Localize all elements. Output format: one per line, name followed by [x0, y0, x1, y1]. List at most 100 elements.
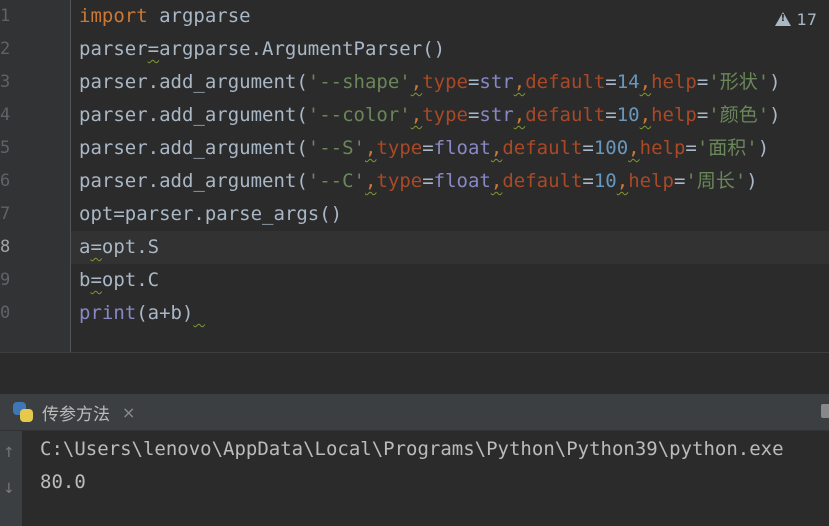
code-token: =: [422, 137, 434, 159]
code-token: '周长': [685, 170, 747, 192]
warning-icon: [774, 12, 791, 26]
code-token: parser.add_argument(: [79, 137, 308, 159]
code-token: a: [79, 236, 91, 258]
code-token: import: [79, 5, 148, 27]
code-token: opt.S: [101, 236, 160, 258]
code-token: '面积': [696, 137, 758, 159]
arrow-up-icon[interactable]: ↑: [3, 445, 15, 461]
code-token: ,: [616, 170, 629, 192]
code-token: help: [639, 137, 686, 159]
code-line[interactable]: b=opt.C: [79, 264, 159, 297]
code-token: ,: [513, 104, 526, 126]
code-token: =: [605, 104, 617, 126]
line-number: 4: [0, 105, 11, 125]
code-token: 10: [616, 104, 640, 126]
code-token: =: [582, 137, 594, 159]
editor-bottom-gap: [0, 352, 829, 395]
code-token: =: [582, 170, 594, 192]
code-token: default: [502, 137, 583, 159]
code-token: '颜色': [708, 104, 770, 126]
code-token: type: [376, 170, 423, 192]
code-editor[interactable]: 1234567890 import argparse parser=argpars…: [0, 0, 829, 352]
code-token: help: [651, 71, 697, 93]
code-token: =: [696, 104, 709, 126]
line-number: 1: [0, 6, 11, 26]
code-token: ,: [364, 137, 377, 159]
inspection-count: 17: [796, 9, 817, 29]
code-line[interactable]: opt=parser.parse_args(): [79, 198, 342, 231]
code-token: str: [479, 71, 514, 93]
code-token: str: [479, 104, 514, 126]
code-token: default: [502, 170, 583, 192]
code-token: b: [79, 269, 91, 291]
code-token: =: [147, 38, 160, 60]
code-token: type: [422, 104, 468, 126]
code-line[interactable]: print(a+b): [79, 297, 205, 330]
code-token: float: [433, 137, 491, 159]
code-token: '--S': [307, 137, 365, 159]
line-number: 0: [0, 303, 11, 323]
run-tab[interactable]: 传参方法 ×: [12, 394, 135, 430]
settings-icon[interactable]: [821, 404, 829, 418]
close-icon[interactable]: ×: [122, 403, 135, 422]
code-token: ,: [364, 170, 377, 192]
code-token: ): [769, 71, 781, 93]
code-token: help: [628, 170, 674, 192]
run-tab-label: 传参方法: [42, 404, 110, 425]
code-token: ,: [410, 71, 423, 93]
line-number: 7: [0, 204, 11, 224]
code-token: =: [90, 236, 102, 258]
code-token: ,: [639, 71, 652, 93]
code-token: ,: [639, 104, 652, 126]
code-line[interactable]: parser.add_argument('--shape',type=str,d…: [79, 66, 781, 99]
code-token: =: [422, 170, 434, 192]
code-line[interactable]: import argparse: [79, 0, 251, 33]
code-token: '--color': [307, 104, 411, 126]
code-token: argparse.ArgumentParser(): [159, 38, 446, 60]
code-token: ,: [490, 170, 503, 192]
code-token: parser.add_argument(: [79, 104, 308, 126]
code-token: help: [651, 104, 697, 126]
code-token: '--C': [307, 170, 365, 192]
code-token: ): [746, 170, 758, 192]
python-icon: [12, 401, 34, 423]
code-token: 10: [593, 170, 617, 192]
code-token: (a: [136, 302, 160, 324]
code-token: default: [525, 104, 606, 126]
code-token: 100: [593, 137, 629, 159]
line-number: 9: [0, 270, 11, 290]
code-line[interactable]: parser.add_argument('--S',type=float,def…: [79, 132, 769, 165]
code-token: ,: [410, 104, 423, 126]
code-token: ,: [513, 71, 526, 93]
run-console[interactable]: ↑ ↓ C:\Users\lenovo\AppData\Local\Progra…: [0, 431, 829, 526]
code-token: type: [422, 71, 468, 93]
line-number: 2: [0, 39, 11, 59]
code-token: opt=parser.parse_args(): [79, 203, 343, 225]
line-number-gutter[interactable]: 1 2 3 4 5 6 7 8 9 0: [0, 0, 71, 352]
code-token: =: [90, 269, 102, 291]
code-token: ): [757, 137, 770, 159]
code-line[interactable]: parser.add_argument('--color',type=str,d…: [79, 99, 781, 132]
code-token: argparse: [147, 5, 251, 27]
code-token: b): [170, 302, 194, 324]
code-token: default: [525, 71, 606, 93]
code-line[interactable]: a=opt.S: [79, 231, 159, 264]
run-toolbar: ↑ ↓: [0, 431, 22, 526]
arrow-down-icon[interactable]: ↓: [3, 481, 15, 497]
console-output-line: 80.0: [40, 471, 86, 493]
inspection-widget[interactable]: 17: [774, 7, 817, 31]
code-token: parser: [79, 38, 148, 60]
console-output-line: C:\Users\lenovo\AppData\Local\Programs\P…: [40, 438, 784, 460]
line-number: 3: [0, 72, 11, 92]
code-line[interactable]: parser.add_argument('--C',type=float,def…: [79, 165, 758, 198]
code-token: opt.C: [101, 269, 160, 291]
code-token: =: [685, 137, 697, 159]
code-token: =: [696, 71, 709, 93]
code-token: ,: [490, 137, 503, 159]
code-token: =: [467, 104, 480, 126]
code-token: parser.add_argument(: [79, 71, 308, 93]
code-line[interactable]: parser=argparse.ArgumentParser(): [79, 33, 445, 66]
code-token: =: [673, 170, 686, 192]
line-number: 5: [0, 138, 11, 158]
code-token: =: [467, 71, 480, 93]
